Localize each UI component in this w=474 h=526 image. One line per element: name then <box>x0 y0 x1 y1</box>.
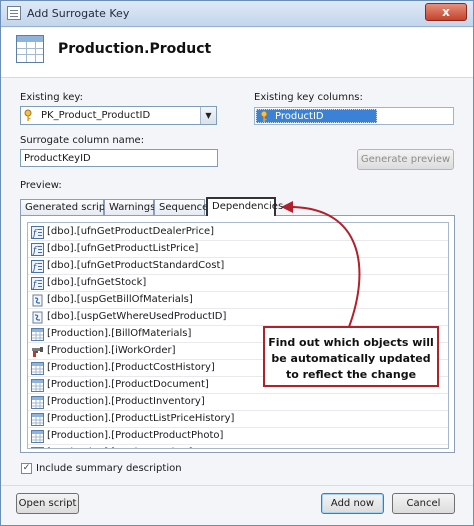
dependency-row[interactable]: [dbo].[uspGetWhereUsedProductID] <box>28 309 448 326</box>
add-now-button[interactable]: Add now <box>321 493 384 514</box>
function-icon: f <box>31 277 44 290</box>
trigger-icon <box>31 345 44 358</box>
dependency-row[interactable]: f [dbo].[ufnGetProductListPrice] <box>28 241 448 258</box>
dependency-name: [dbo].[uspGetBillOfMaterials] <box>47 294 193 305</box>
dependency-row[interactable]: f [dbo].[ufnGetProductDealerPrice] <box>28 224 448 241</box>
tab-warnings[interactable]: Warnings <box>104 199 155 215</box>
dependency-row[interactable]: [Production].[ProductInventory] <box>28 394 448 411</box>
generate-preview-button[interactable]: Generate preview <box>357 149 454 170</box>
dependency-row[interactable]: f [dbo].[ufnGetStock] <box>28 275 448 292</box>
open-script-label: Open script <box>18 498 77 509</box>
window-title: Add Surrogate Key <box>27 7 130 20</box>
dependency-row[interactable]: [dbo].[uspGetBillOfMaterials] <box>28 292 448 309</box>
surrogate-column-label: Surrogate column name: <box>20 135 145 146</box>
dependency-name: [Production].[ProductReview] <box>47 447 193 448</box>
tab-sequence[interactable]: Sequence <box>154 199 208 215</box>
dependency-name: [Production].[ProductDocument] <box>47 379 209 390</box>
function-icon: f <box>31 226 44 239</box>
existing-key-columns-label: Existing key columns: <box>254 92 363 103</box>
title-bar[interactable]: Add Surrogate Key x <box>1 1 473 27</box>
dependency-row[interactable]: [Production].[ProductProductPhoto] <box>28 428 448 445</box>
cancel-label: Cancel <box>406 498 441 509</box>
callout-line-2: be automatically updated <box>271 352 431 365</box>
table-icon <box>31 362 44 375</box>
table-icon <box>31 430 44 443</box>
table-icon <box>31 328 44 341</box>
dialog-table-icon <box>7 6 21 20</box>
dependency-name: [Production].[ProductCostHistory] <box>47 362 215 373</box>
close-button[interactable]: x <box>425 3 467 21</box>
callout-note: Find out which objects will be automatic… <box>263 326 439 387</box>
tab-dependencies[interactable]: Dependencies <box>206 197 283 216</box>
key-icon <box>24 109 36 125</box>
function-icon: f <box>31 260 44 273</box>
surrogate-column-input[interactable]: ProductKeyID <box>20 149 218 167</box>
callout-line-1: Find out which objects will <box>268 336 434 349</box>
table-icon <box>31 379 44 392</box>
dialog-header: Production.Product <box>1 28 473 78</box>
dependency-row[interactable]: [Production].[ProductReview] <box>28 445 448 448</box>
dependency-row[interactable]: f [dbo].[ufnGetProductStandardCost] <box>28 258 448 275</box>
function-icon: f <box>31 243 44 256</box>
procedure-icon <box>31 311 44 324</box>
object-name-heading: Production.Product <box>58 41 212 57</box>
include-summary-label: Include summary description <box>36 463 182 474</box>
table-icon <box>31 447 44 448</box>
callout-arrow <box>281 201 361 328</box>
procedure-icon <box>31 294 44 307</box>
add-now-label: Add now <box>330 498 375 509</box>
dependency-name: [dbo].[ufnGetProductStandardCost] <box>47 260 225 271</box>
dependency-name: [Production].[ProductInventory] <box>47 396 205 407</box>
preview-label: Preview: <box>20 180 62 191</box>
open-script-button[interactable]: Open script <box>16 493 79 514</box>
table-icon <box>16 35 44 63</box>
existing-key-label: Existing key: <box>20 92 83 103</box>
dependency-row[interactable]: [Production].[ProductListPriceHistory] <box>28 411 448 428</box>
table-icon <box>31 413 44 426</box>
existing-key-dropdown[interactable]: PK_Product_ProductID ▼ <box>20 106 217 125</box>
cancel-button[interactable]: Cancel <box>392 493 455 514</box>
dependency-name: [Production].[ProductProductPhoto] <box>47 430 224 441</box>
tab-generated-script[interactable]: Generated script <box>20 199 109 215</box>
chevron-down-icon[interactable]: ▼ <box>200 107 216 124</box>
key-column-item[interactable]: ProductID <box>256 109 377 123</box>
dependency-name: [dbo].[ufnGetProductListPrice] <box>47 243 199 254</box>
add-surrogate-key-dialog: Add Surrogate Key x Production.Product E… <box>0 0 474 526</box>
existing-key-value: PK_Product_ProductID <box>41 110 151 121</box>
footer-divider <box>1 485 473 486</box>
dependency-name: [Production].[iWorkOrder] <box>47 345 176 356</box>
key-column-label: ProductID <box>275 111 324 122</box>
include-summary-checkbox[interactable]: ✓ <box>21 463 32 474</box>
dependency-name: [dbo].[ufnGetProductDealerPrice] <box>47 226 215 237</box>
dependency-name: [Production].[ProductListPriceHistory] <box>47 413 235 424</box>
table-icon <box>31 396 44 409</box>
dependency-name: [dbo].[uspGetWhereUsedProductID] <box>47 311 227 322</box>
callout-line-3: to reflect the change <box>285 368 417 381</box>
dependency-name: [Production].[BillOfMaterials] <box>47 328 192 339</box>
existing-key-columns-list[interactable]: ProductID <box>254 107 454 125</box>
dependency-name: [dbo].[ufnGetStock] <box>47 277 147 288</box>
key-icon <box>260 110 272 127</box>
